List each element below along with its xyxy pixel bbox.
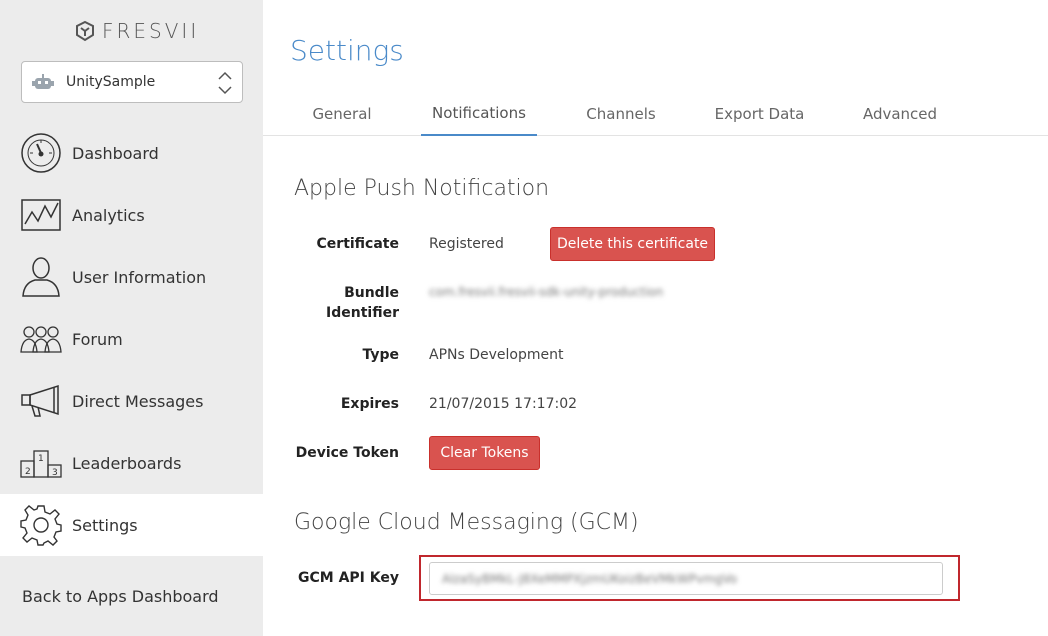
gauge-icon — [20, 132, 62, 174]
sidebar-item-label: Direct Messages — [72, 391, 204, 411]
gcm-section-title: Google Cloud Messaging (GCM) — [294, 510, 639, 535]
sidebar-item-settings[interactable]: Settings — [0, 494, 263, 556]
sidebar: FRESVII UnitySample Dashboard Analytics … — [0, 0, 263, 636]
bundle-identifier-label-line1: Bundle — [344, 285, 399, 301]
sidebar-item-label: User Information — [72, 267, 207, 287]
sidebar-item-dashboard[interactable]: Dashboard — [0, 122, 263, 184]
app-selector[interactable]: UnitySample — [21, 61, 243, 103]
line-chart-icon — [20, 194, 62, 236]
robot-avatar-icon — [32, 74, 54, 89]
podium-icon: 2 1 3 — [20, 442, 62, 484]
tab-notifications[interactable]: Notifications — [421, 92, 537, 136]
device-token-label: Device Token — [295, 445, 399, 461]
delete-certificate-button[interactable]: Delete this certificate — [550, 227, 715, 261]
brand-logo: FRESVII — [74, 18, 199, 44]
sidebar-item-leaderboards[interactable]: 2 1 3 Leaderboards — [0, 432, 263, 494]
gcm-api-key-input[interactable]: AIzaSyBMkL-J8XeMMPXjzmUKoizBeVMkWPvmgVo — [429, 562, 943, 595]
certificate-label: Certificate — [316, 236, 399, 252]
svg-text:3: 3 — [52, 468, 58, 478]
tab-advanced[interactable]: Advanced — [855, 92, 945, 136]
gear-icon — [20, 504, 62, 546]
svg-text:1: 1 — [38, 454, 44, 464]
sidebar-item-forum[interactable]: Forum — [0, 308, 263, 370]
tab-export-data[interactable]: Export Data — [708, 92, 811, 136]
tab-general[interactable]: General — [302, 92, 382, 136]
expires-label: Expires — [340, 396, 399, 412]
brand-name: FRESVII — [102, 19, 200, 43]
main-content: Settings General Notifications Channels … — [263, 0, 1048, 636]
type-value: APNs Development — [429, 347, 564, 363]
sidebar-item-label: Analytics — [72, 205, 145, 225]
bundle-identifier-label-line2: Identifier — [326, 305, 399, 321]
fresvii-logo-icon — [76, 20, 94, 42]
gcm-api-key-value: AIzaSyBMkL-J8XeMMPXjzmUKoizBeVMkWPvmgVo — [442, 571, 738, 586]
selected-app-name: UnitySample — [66, 74, 156, 90]
apns-section-title: Apple Push Notification — [294, 176, 550, 201]
sidebar-nav: Dashboard Analytics User Information For… — [0, 122, 263, 556]
sidebar-item-user-information[interactable]: User Information — [0, 246, 263, 308]
sidebar-item-label: Settings — [72, 515, 138, 535]
sidebar-item-label: Leaderboards — [72, 453, 182, 473]
user-icon — [20, 256, 62, 298]
users-group-icon — [20, 318, 62, 360]
type-label: Type — [362, 347, 399, 363]
settings-tabs: General Notifications Channels Export Da… — [263, 92, 1048, 136]
sidebar-item-analytics[interactable]: Analytics — [0, 184, 263, 246]
svg-text:2: 2 — [25, 467, 31, 477]
back-to-apps-dashboard-link[interactable]: Back to Apps Dashboard — [22, 587, 219, 606]
updown-chevron-icon — [218, 71, 232, 95]
bundle-identifier-value: com.fresvii.fresvii-sdk-unity-production — [429, 285, 664, 299]
sidebar-item-direct-messages[interactable]: Direct Messages — [0, 370, 263, 432]
sidebar-item-label: Forum — [72, 329, 123, 349]
certificate-status: Registered — [429, 236, 504, 252]
page-title: Settings — [290, 34, 404, 67]
megaphone-icon — [20, 380, 62, 422]
expires-value: 21/07/2015 17:17:02 — [429, 396, 578, 412]
tab-channels[interactable]: Channels — [577, 92, 665, 136]
sidebar-item-label: Dashboard — [72, 143, 159, 163]
clear-tokens-button[interactable]: Clear Tokens — [429, 436, 540, 470]
gcm-api-key-label: GCM API Key — [298, 570, 399, 586]
